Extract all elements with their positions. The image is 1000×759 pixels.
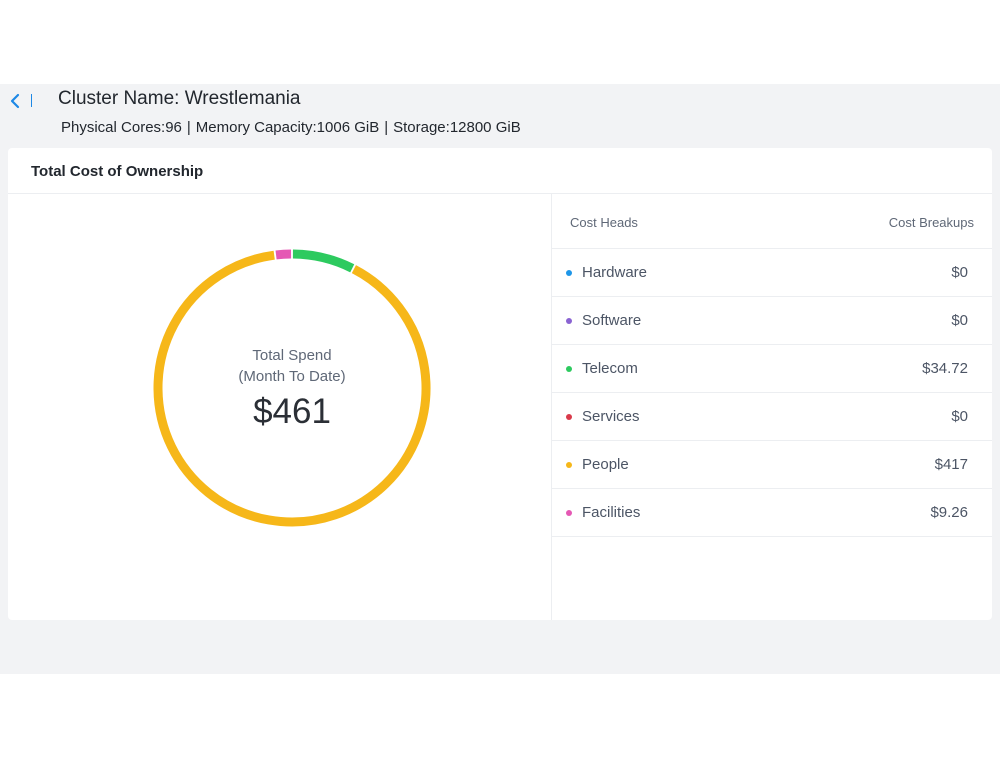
tco-card: Total Cost of Ownership Total Spend (Mon… [8, 148, 992, 620]
meta-separator: | [384, 119, 389, 136]
donut-chart: Total Spend (Month To Date) $461 [151, 247, 433, 529]
col-cost-heads: Cost Heads [570, 215, 638, 230]
table-row: Facilities $9.26 [552, 489, 992, 537]
meta-separator: | [186, 119, 191, 136]
cost-value: $9.26 [930, 504, 968, 521]
legend-dot [566, 366, 572, 372]
total-spend-label: Total Spend [252, 347, 332, 364]
legend-dot [566, 318, 572, 324]
cost-head-name: Hardware [582, 264, 648, 281]
storage: Storage:12800 GiB [393, 119, 521, 136]
table-row: Hardware $0 [552, 249, 992, 297]
cost-head-name: Telecom [582, 360, 638, 377]
table-row: Telecom $34.72 [552, 345, 992, 393]
donut-center: Total Spend (Month To Date) $461 [151, 247, 433, 529]
legend-dot [566, 510, 572, 516]
cost-value: $0 [951, 408, 968, 425]
cost-value: $34.72 [922, 360, 968, 377]
cost-head-name: Services [582, 408, 640, 425]
legend-dot [566, 462, 572, 468]
back-button[interactable] [8, 90, 22, 112]
cost-head-name: Facilities [582, 504, 641, 521]
app-container: Cluster Name: Wrestlemania Physical Core… [0, 84, 1000, 674]
month-to-date-label: (Month To Date) [238, 368, 346, 385]
card-title: Total Cost of Ownership [31, 163, 204, 180]
memory-capacity: Memory Capacity:1006 GiB [195, 119, 380, 136]
table-row: Software $0 [552, 297, 992, 345]
legend-dot [566, 414, 572, 420]
total-spend-value: $461 [253, 392, 331, 431]
col-cost-breakups: Cost Breakups [888, 215, 974, 230]
cluster-title: Cluster Name: Wrestlemania [58, 88, 301, 109]
physical-cores: Physical Cores:96 [61, 119, 182, 136]
cost-head-name: People [582, 456, 629, 473]
cost-value: $0 [951, 312, 968, 329]
header-divider [31, 94, 32, 107]
cluster-meta: Physical Cores:96 | Memory Capacity:1006 G… [61, 119, 521, 136]
cost-table: Cost Heads Cost Breakups Hardware $0 Sof… [552, 194, 992, 537]
table-row: Services $0 [552, 393, 992, 441]
cost-value: $417 [934, 456, 968, 473]
legend-dot [566, 270, 572, 276]
table-header: Cost Heads Cost Breakups [552, 194, 992, 249]
cost-value: $0 [951, 264, 968, 281]
cost-head-name: Software [582, 312, 642, 329]
page-header: Cluster Name: Wrestlemania Physical Core… [0, 84, 1000, 146]
chevron-left-icon[interactable] [8, 90, 22, 112]
table-row: People $417 [552, 441, 992, 489]
